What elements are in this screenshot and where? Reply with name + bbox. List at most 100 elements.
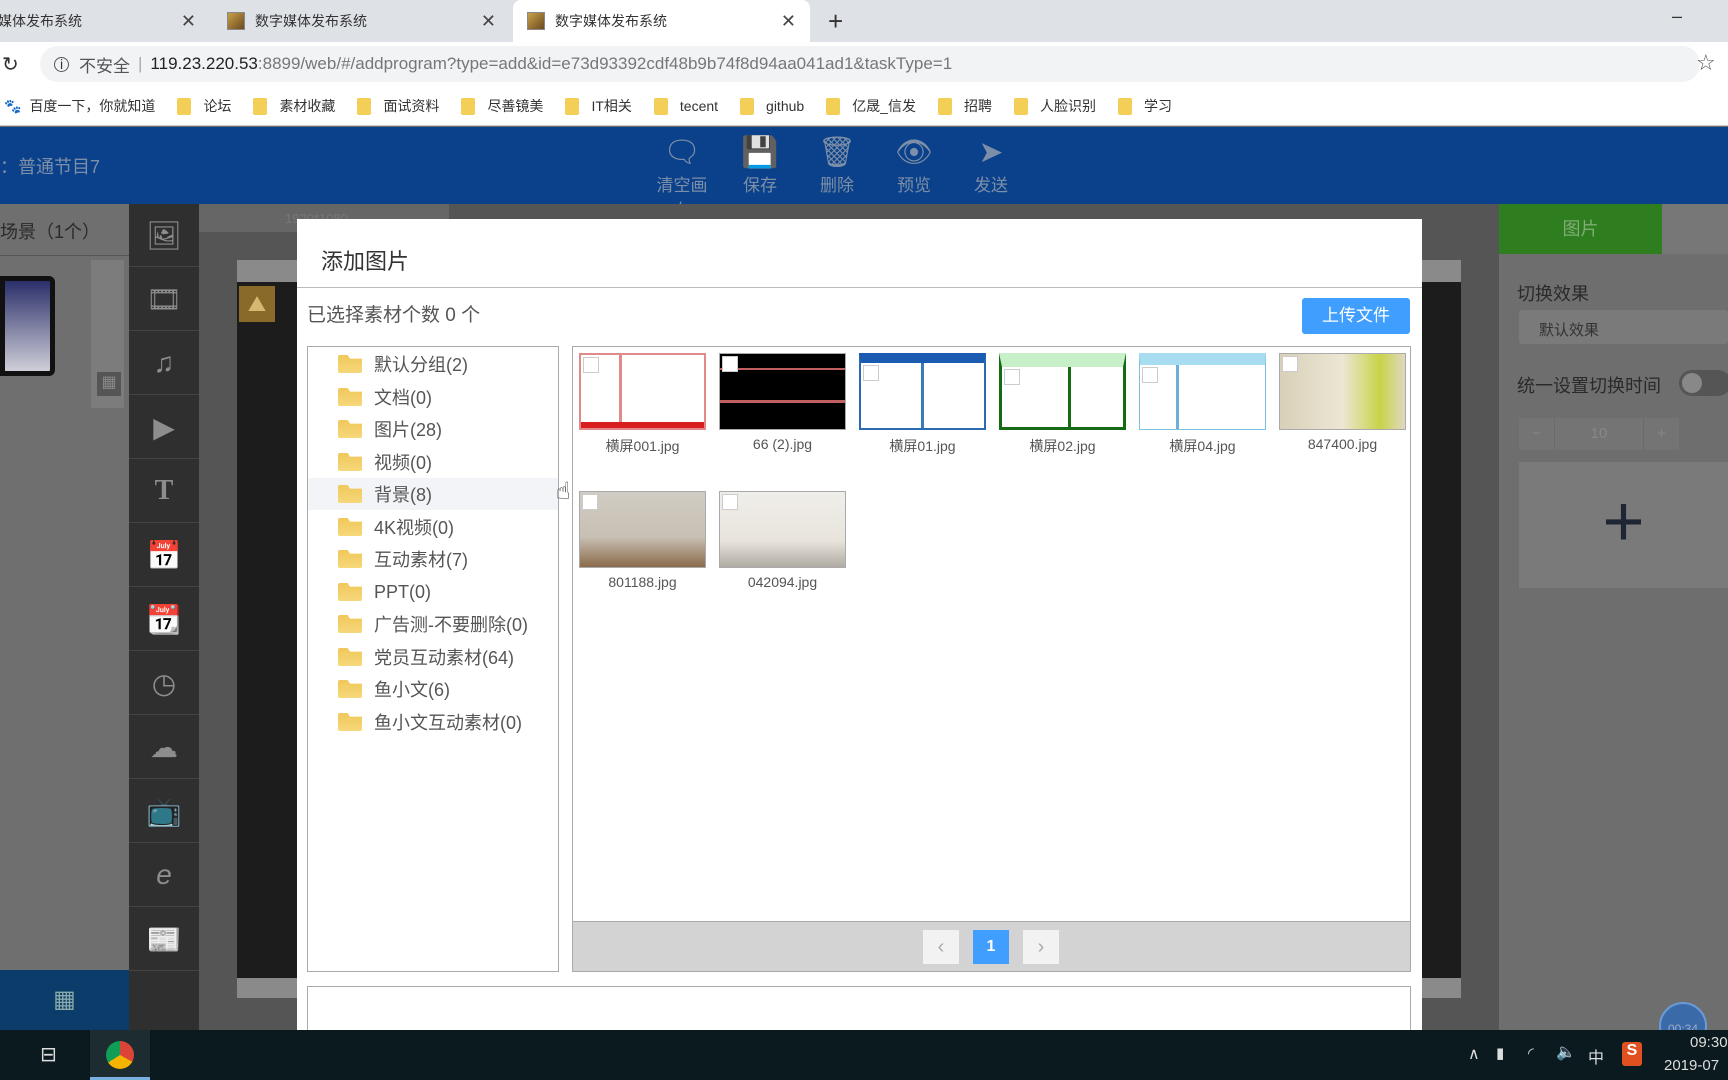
bookmark-item[interactable]: github <box>740 97 804 115</box>
image-item[interactable]: 横屏02.jpg <box>999 353 1126 456</box>
tab-image[interactable]: 图片 <box>1499 204 1662 254</box>
upload-button[interactable]: 上传文件 <box>1302 298 1410 334</box>
folder-item[interactable]: 文档(0) <box>308 381 558 413</box>
save-button[interactable]: 💾 保存 <box>728 135 792 196</box>
folder-item[interactable]: 4K视频(0) <box>308 511 558 543</box>
folder-item[interactable]: 鱼小文(6) <box>308 673 558 705</box>
text-widget-icon[interactable]: T <box>129 460 199 523</box>
time-input[interactable]: 10 <box>1554 418 1644 450</box>
folder-item[interactable]: 图片(28) <box>308 413 558 445</box>
folder-item[interactable]: PPT(0) <box>308 576 558 608</box>
image-checkbox[interactable] <box>1004 369 1020 385</box>
folder-item-hovered[interactable]: 背景(8) <box>308 478 558 510</box>
video-widget-icon[interactable]: 🎞 <box>129 268 199 331</box>
clock-date[interactable]: 2019-07 <box>1664 1057 1719 1074</box>
close-tab-icon[interactable]: ✕ <box>481 11 496 32</box>
bookmark-item[interactable]: 素材收藏 <box>253 96 335 116</box>
tv-widget-icon[interactable]: 📺 <box>129 780 199 843</box>
image-widget-icon[interactable]: 🖼 <box>129 204 199 267</box>
ime-indicator[interactable]: 中 <box>1588 1044 1604 1068</box>
image-item[interactable]: 847400.jpg <box>1279 353 1406 452</box>
transition-select[interactable]: 默认效果 <box>1519 310 1728 344</box>
volume-icon[interactable]: 🔈 <box>1556 1042 1576 1062</box>
bookmark-item[interactable]: 招聘 <box>937 96 992 116</box>
bookmark-item[interactable]: 学习 <box>1117 96 1172 116</box>
image-item[interactable]: 66 (2).jpg <box>719 353 846 452</box>
image-checkbox[interactable] <box>863 365 879 381</box>
browser-tab[interactable]: 数字媒体发布系统✕ <box>215 0 510 42</box>
scene-thumbnail[interactable] <box>0 276 55 376</box>
web-widget-icon[interactable]: e <box>129 844 199 907</box>
tab-other[interactable] <box>1662 204 1728 254</box>
image-checkbox[interactable] <box>722 356 738 372</box>
bookmark-item[interactable]: 论坛 <box>177 96 231 116</box>
time-stepper[interactable]: − 10 + <box>1519 418 1679 450</box>
grid-view-button[interactable]: ▦ <box>0 970 129 1030</box>
delete-button[interactable]: 🗑 删除 <box>805 135 869 196</box>
weather-widget-icon[interactable]: ☁ <box>129 716 199 779</box>
decrement-button[interactable]: − <box>1519 418 1554 450</box>
add-image-button[interactable]: + <box>1519 462 1728 588</box>
reload-icon[interactable]: ↻ <box>2 52 19 77</box>
folder-item[interactable]: 鱼小文互动素材(0) <box>308 706 558 738</box>
bookmark-item[interactable]: IT相关 <box>565 96 632 116</box>
dialog-title: 添加图片 <box>321 249 410 274</box>
folder-item[interactable]: 党员互动素材(64) <box>308 641 558 673</box>
bookmark-item[interactable]: 尽善镜美 <box>461 96 543 116</box>
preview-button[interactable]: 👁 预览 <box>882 135 946 196</box>
close-tab-icon[interactable]: ✕ <box>781 11 796 32</box>
increment-button[interactable]: + <box>1644 418 1679 450</box>
task-view-icon[interactable]: ⊟ <box>40 1042 57 1067</box>
bookmark-item[interactable]: 人脸识别 <box>1013 96 1096 116</box>
bookmark-star-icon[interactable]: ☆ <box>1696 50 1716 76</box>
battery-icon[interactable]: ▮ <box>1496 1044 1504 1062</box>
clock-time[interactable]: 09:30 <box>1690 1034 1728 1051</box>
image-checkbox[interactable] <box>1142 367 1158 383</box>
image-item[interactable]: 横屏01.jpg <box>859 353 986 456</box>
sogou-icon[interactable]: S <box>1622 1042 1642 1066</box>
address-bar[interactable]: i 不安全 | 119.23.220.53:8899/web/#/addprogr… <box>40 46 1700 82</box>
page-1-button[interactable]: 1 <box>973 930 1009 964</box>
prev-page-button[interactable]: ‹ <box>923 930 959 964</box>
folder-icon <box>1013 97 1028 115</box>
folder-item[interactable]: 默认分组(2) <box>308 348 558 380</box>
calendar-widget-icon[interactable]: 📅 <box>129 524 199 587</box>
clock-widget-icon[interactable]: ◷ <box>129 652 199 715</box>
document-widget-icon[interactable]: 📰 <box>129 908 199 971</box>
browser-tab-active[interactable]: 数字媒体发布系统 ✕ <box>513 0 810 42</box>
image-item[interactable]: 横屏04.jpg <box>1139 353 1266 456</box>
image-checkbox[interactable] <box>583 357 599 373</box>
image-item[interactable]: 横屏001.jpg <box>579 353 706 456</box>
folder-item[interactable]: 广告测-不要删除(0) <box>308 608 558 640</box>
media-widget-icon[interactable]: ▶ <box>129 396 199 459</box>
bookmark-item[interactable]: 🐾 百度一下，你就知道 <box>4 96 155 116</box>
new-tab-button[interactable]: + <box>828 6 843 37</box>
folder-item[interactable]: 视频(0) <box>308 446 558 478</box>
chrome-taskbar-button[interactable] <box>90 1030 150 1080</box>
send-button[interactable]: ➤ 发送 <box>959 135 1023 196</box>
browser-tab[interactable]: 数字媒体发布系统✕ <box>0 0 210 42</box>
minimize-button[interactable]: – <box>1672 6 1682 27</box>
close-tab-icon[interactable]: ✕ <box>181 11 196 32</box>
wifi-icon[interactable]: ◜ <box>1528 1044 1534 1062</box>
image-checkbox[interactable] <box>722 494 738 510</box>
properties-panel: 图片 切换效果 默认效果 统一设置切换时间 − 10 + + 00:34 <box>1499 204 1728 1050</box>
image-item[interactable]: 801188.jpg <box>579 491 706 590</box>
image-layer-icon[interactable]: ⛰ <box>239 286 275 322</box>
folder-icon <box>826 97 841 115</box>
folder-item[interactable]: 互动素材(7) <box>308 543 558 575</box>
date-widget-icon[interactable]: 📆 <box>129 588 199 651</box>
next-page-button[interactable]: › <box>1023 930 1059 964</box>
folder-icon <box>338 550 362 568</box>
image-checkbox[interactable] <box>582 494 598 510</box>
grid-icon[interactable]: ▦ <box>97 372 121 396</box>
image-item[interactable]: 042094.jpg <box>719 491 846 590</box>
image-thumbnail <box>719 491 846 568</box>
uniform-time-toggle[interactable] <box>1679 370 1728 396</box>
music-widget-icon[interactable]: ♫ <box>129 332 199 395</box>
tray-chevron-icon[interactable]: ∧ <box>1468 1044 1480 1064</box>
bookmark-item[interactable]: tecent <box>653 97 718 115</box>
bookmark-item[interactable]: 面试资料 <box>357 96 439 116</box>
bookmark-item[interactable]: 亿晟_信发 <box>826 96 916 116</box>
image-checkbox[interactable] <box>1282 356 1298 372</box>
